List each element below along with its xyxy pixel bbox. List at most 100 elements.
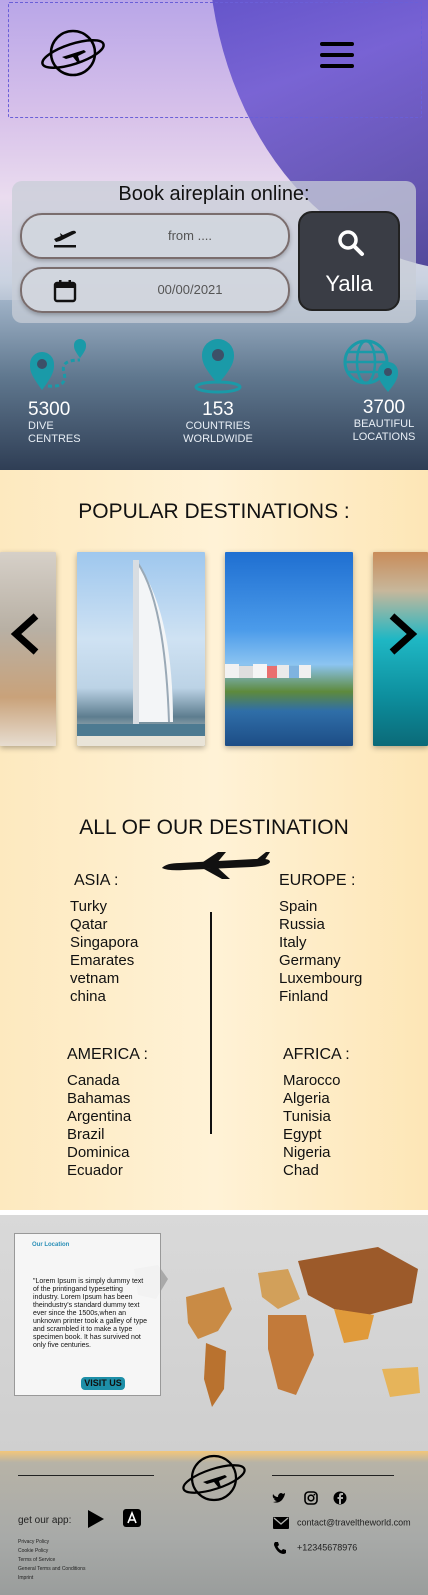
- stat-caption: DIVE: [28, 420, 54, 432]
- country-item[interactable]: Chad: [283, 1162, 350, 1180]
- country-item[interactable]: Emarates: [70, 952, 138, 970]
- stat-caption: CENTRES: [28, 433, 81, 445]
- footer-logo[interactable]: [181, 1451, 247, 1505]
- region-title: AFRICA :: [283, 1046, 350, 1063]
- country-item[interactable]: china: [70, 988, 138, 1006]
- get-app-label: get our app:: [18, 1515, 72, 1526]
- search-button-label: Yalla: [325, 271, 373, 296]
- app-store-icon[interactable]: [122, 1508, 142, 1528]
- date-value: 00/00/2021: [157, 282, 223, 297]
- hamburger-menu-icon[interactable]: [320, 42, 354, 72]
- stat-countries: 153 COUNTRIES WORLDWIDE: [168, 338, 268, 446]
- country-item[interactable]: Bahamas: [67, 1090, 148, 1108]
- country-item[interactable]: Marocco: [283, 1072, 350, 1090]
- facebook-icon[interactable]: [333, 1491, 347, 1505]
- phone-icon: [274, 1542, 286, 1554]
- region-asia: ASIA : Turky Qatar Singapora Emarates ve…: [70, 872, 138, 1006]
- country-item[interactable]: Tunisia: [283, 1108, 350, 1126]
- country-item[interactable]: Italy: [279, 934, 362, 952]
- stat-number: 3700: [362, 397, 406, 418]
- country-item[interactable]: Ecuador: [67, 1162, 148, 1180]
- hero-section: Book aireplain online: from .... 00/00/2…: [0, 0, 428, 470]
- phone-text: +12345678976: [297, 1542, 358, 1553]
- country-item[interactable]: Nigeria: [283, 1144, 350, 1162]
- country-item[interactable]: Argentina: [67, 1108, 148, 1126]
- booking-form: Book aireplain online: from .... 00/00/2…: [12, 181, 416, 323]
- stat-locations: 3700 BEAUTIFUL LOCATIONS: [334, 338, 428, 444]
- country-item[interactable]: Spain: [279, 898, 362, 916]
- route-pin-icon: [30, 339, 86, 390]
- phone-row[interactable]: +12345678976: [273, 1541, 357, 1555]
- stat-number: 153: [202, 399, 234, 420]
- destination-card-coast-town[interactable]: [225, 552, 353, 746]
- globe-pin-icon: [343, 339, 398, 392]
- envelope-icon: [273, 1517, 289, 1529]
- region-america: AMERICA : Canada Bahamas Argentina Brazi…: [67, 1046, 148, 1180]
- country-item[interactable]: Canada: [67, 1072, 148, 1090]
- region-title: ASIA :: [74, 872, 119, 889]
- legal-link[interactable]: Imprint: [18, 1574, 85, 1583]
- from-input[interactable]: from ....: [20, 213, 290, 259]
- carousel-prev-arrow-icon[interactable]: [8, 610, 42, 658]
- google-play-icon[interactable]: [86, 1509, 106, 1529]
- carousel-next-arrow-icon[interactable]: [386, 610, 420, 658]
- email-row[interactable]: contact@traveltheworld.com: [273, 1517, 411, 1529]
- location-card: Our Location "Lorem Ipsum is simply dumm…: [14, 1233, 161, 1396]
- search-icon: [338, 230, 364, 256]
- country-item[interactable]: vetnam: [70, 970, 138, 988]
- visit-us-button[interactable]: VISIT US: [81, 1377, 125, 1390]
- country-item[interactable]: Finland: [279, 988, 362, 1006]
- stat-caption: BEAUTIFUL: [353, 418, 415, 430]
- all-destinations-title: ALL OF OUR DESTINATION: [79, 816, 349, 839]
- booking-title: Book aireplain online:: [118, 183, 310, 205]
- location-text: "Lorem Ipsum is simply dummy text of the…: [33, 1278, 148, 1349]
- search-button[interactable]: Yalla: [298, 211, 400, 311]
- airplane-icon: [162, 852, 270, 879]
- footer-divider-left: [18, 1475, 154, 1476]
- location-heading: Our Location: [32, 1242, 70, 1248]
- country-item[interactable]: Algeria: [283, 1090, 350, 1108]
- instagram-icon[interactable]: [304, 1491, 318, 1505]
- destination-card-burj-al-arab[interactable]: [77, 552, 205, 746]
- location-section: Our Location "Lorem Ipsum is simply dumm…: [0, 1215, 428, 1451]
- from-placeholder: from ....: [167, 228, 213, 243]
- country-item[interactable]: Turky: [70, 898, 138, 916]
- legal-link[interactable]: Cookie Policy: [18, 1547, 85, 1556]
- country-item[interactable]: Russia: [279, 916, 362, 934]
- country-item[interactable]: Singapora: [70, 934, 138, 952]
- stat-dive-centres: 5300 DIVE CENTRES: [28, 338, 128, 446]
- popular-destinations-title: POPULAR DESTINATIONS :: [78, 500, 350, 523]
- email-text: contact@traveltheworld.com: [297, 1517, 411, 1528]
- country-item[interactable]: Qatar: [70, 916, 138, 934]
- stat-caption: LOCATIONS: [352, 431, 416, 443]
- twitter-icon[interactable]: [272, 1491, 286, 1505]
- country-item[interactable]: Egypt: [283, 1126, 350, 1144]
- legal-link[interactable]: Terms of Service: [18, 1556, 85, 1565]
- location-pin-icon: [194, 339, 242, 394]
- calendar-icon: [53, 280, 77, 303]
- burj-al-arab-image: [77, 560, 205, 746]
- world-map-image: [134, 1247, 420, 1407]
- region-europe: EUROPE : Spain Russia Italy Germany Luxe…: [279, 872, 362, 1006]
- country-item[interactable]: Brazil: [67, 1126, 148, 1144]
- region-title: EUROPE :: [279, 872, 356, 889]
- date-input[interactable]: 00/00/2021: [20, 267, 290, 313]
- region-title: AMERICA :: [67, 1046, 148, 1063]
- planet-plane-logo[interactable]: [40, 26, 106, 80]
- region-africa: AFRICA : Marocco Algeria Tunisia Egypt N…: [283, 1046, 350, 1180]
- stat-caption: WORLDWIDE: [183, 433, 253, 445]
- destinations-section: POPULAR DESTINATIONS : ALL OF OUR DESTIN…: [0, 470, 428, 1210]
- region-divider: [210, 912, 212, 1134]
- stat-caption: COUNTRIES: [185, 420, 251, 432]
- country-item[interactable]: Dominica: [67, 1144, 148, 1162]
- country-item[interactable]: Germany: [279, 952, 362, 970]
- country-item[interactable]: Luxembourg: [279, 970, 362, 988]
- footer: get our app: Privacy Policy Cookie Polic…: [0, 1451, 428, 1595]
- footer-divider-right: [272, 1475, 394, 1476]
- legal-link[interactable]: Privacy Policy: [18, 1538, 85, 1547]
- legal-links: Privacy Policy Cookie Policy Terms of Se…: [18, 1538, 85, 1583]
- coast-town-image: [225, 664, 311, 678]
- stat-number: 5300: [28, 399, 71, 420]
- legal-link[interactable]: General Terms and Conditions: [18, 1565, 85, 1574]
- airplane-takeoff-icon: [54, 230, 76, 248]
